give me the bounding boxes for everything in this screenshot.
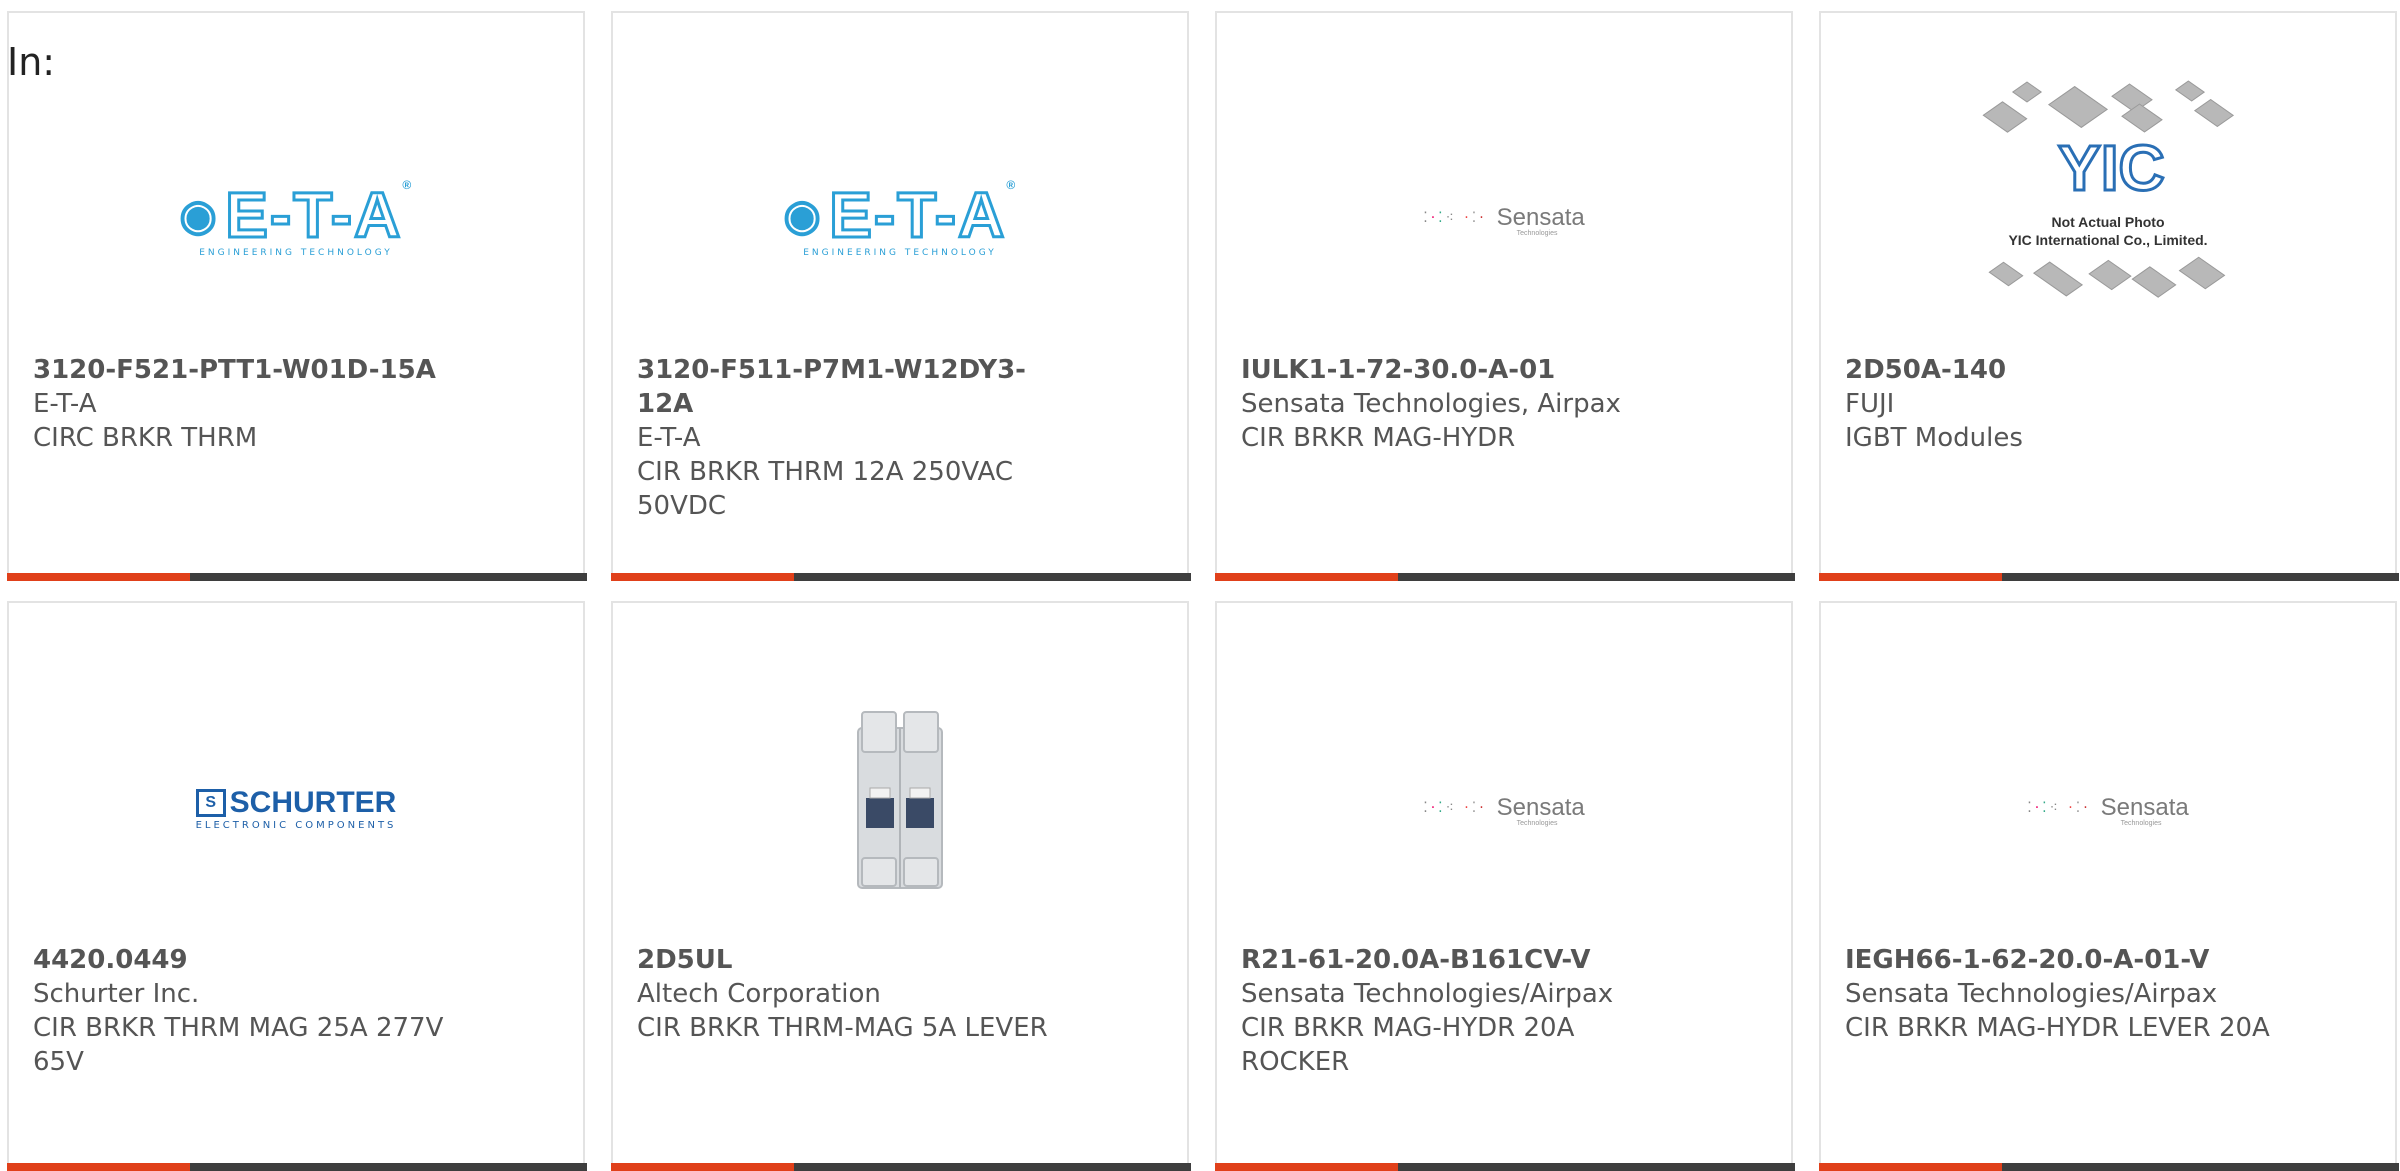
part-number-link[interactable]: 4420.0449 bbox=[33, 943, 473, 977]
description: CIR BRKR THRM MAG 25A 277V 65V bbox=[33, 1013, 444, 1077]
sensata-logo: ⁚·⁚⁖ ·⁚· Sensata Technologies bbox=[2027, 794, 2189, 827]
product-card[interactable]: S SCHURTER ELECTRONIC COMPONENTS 4420.044… bbox=[7, 601, 587, 1171]
description: CIR BRKR THRM-MAG 5A LEVER bbox=[637, 1013, 1048, 1043]
manufacturer: Sensata Technologies/Airpax bbox=[1845, 979, 2218, 1009]
sensata-logo: ⁚·⁚⁖ ·⁚· Sensata Technologies bbox=[1423, 794, 1585, 827]
in-label: In: bbox=[7, 40, 56, 84]
manufacturer: E-T-A bbox=[637, 423, 701, 453]
card-bottom-bar bbox=[7, 1163, 587, 1171]
part-number-link[interactable]: 2D50A-140 bbox=[1845, 353, 2285, 387]
eta-logo: ◉ E-T-A ® ENGINEERING TECHNOLOGY bbox=[178, 178, 414, 259]
schurter-logo: S SCHURTER ELECTRONIC COMPONENTS bbox=[195, 785, 397, 831]
card-bottom-bar bbox=[7, 573, 587, 581]
manufacturer: Altech Corporation bbox=[637, 979, 881, 1009]
part-number-link[interactable]: IEGH66-1-62-20.0-A-01-V bbox=[1845, 943, 2285, 977]
product-image[interactable]: S SCHURTER ELECTRONIC COMPONENTS bbox=[9, 668, 583, 948]
description: CIR BRKR THRM 12A 250VAC 50VDC bbox=[637, 457, 1013, 521]
product-card[interactable]: ⁚·⁚⁖ ·⁚· Sensata Technologies IEGH66-1-62… bbox=[1819, 601, 2399, 1171]
product-card[interactable]: ◉ E-T-A ® ENGINEERING TECHNOLOGY 3120-F511… bbox=[611, 11, 1191, 581]
card-bottom-bar bbox=[611, 573, 1191, 581]
description: CIR BRKR MAG-HYDR LEVER 20A bbox=[1845, 1013, 2270, 1043]
manufacturer: Sensata Technologies/Airpax bbox=[1241, 979, 1614, 1009]
product-image[interactable]: ⁚·⁚⁖ ·⁚· Sensata Technologies bbox=[1821, 668, 2395, 948]
manufacturer: Schurter Inc. bbox=[33, 979, 200, 1009]
product-image[interactable]: ⁚·⁚⁖ ·⁚· Sensata Technologies bbox=[1217, 78, 1791, 358]
circuit-breaker-photo bbox=[857, 711, 943, 889]
description: IGBT Modules bbox=[1845, 423, 2023, 453]
card-bottom-bar bbox=[1819, 1163, 2399, 1171]
product-image[interactable] bbox=[613, 668, 1187, 948]
description: CIR BRKR MAG-HYDR 20A ROCKER bbox=[1241, 1013, 1575, 1077]
product-card[interactable]: 2D5UL Altech Corporation CIR BRKR THRM-M… bbox=[611, 601, 1191, 1171]
part-number-link[interactable]: 2D5UL bbox=[637, 943, 1077, 977]
card-bottom-bar bbox=[1819, 573, 2399, 581]
manufacturer: FUJI bbox=[1845, 389, 1895, 419]
part-number-link[interactable]: R21-61-20.0A-B161CV-V bbox=[1241, 943, 1681, 977]
card-bottom-bar bbox=[1215, 1163, 1795, 1171]
product-image[interactable]: ⁚·⁚⁖ ·⁚· Sensata Technologies bbox=[1217, 668, 1791, 948]
eta-logo: ◉ E-T-A ® ENGINEERING TECHNOLOGY bbox=[782, 178, 1018, 259]
product-card[interactable]: ◉ E-T-A ® ENGINEERING TECHNOLOGY 3120-F521… bbox=[7, 11, 587, 581]
manufacturer: E-T-A bbox=[33, 389, 97, 419]
part-number-link[interactable]: 3120-F511-P7M1-W12DY3-12A bbox=[637, 353, 1077, 421]
part-number-link[interactable]: IULK1-1-72-30.0-A-01 bbox=[1241, 353, 1681, 387]
yic-placeholder-image: YIC Not Actual Photo YIC International Co… bbox=[1978, 73, 2238, 313]
product-image[interactable]: ◉ E-T-A ® ENGINEERING TECHNOLOGY bbox=[613, 78, 1187, 358]
description: CIR BRKR MAG-HYDR bbox=[1241, 423, 1516, 453]
product-card[interactable]: YIC Not Actual Photo YIC International Co… bbox=[1819, 11, 2399, 581]
product-card[interactable]: ⁚·⁚⁖ ·⁚· Sensata Technologies IULK1-1-72-… bbox=[1215, 11, 1795, 581]
description: CIRC BRKR THRM bbox=[33, 423, 258, 453]
part-number-link[interactable]: 3120-F521-PTT1-W01D-15A bbox=[33, 353, 473, 387]
product-image[interactable]: YIC Not Actual Photo YIC International Co… bbox=[1821, 53, 2395, 333]
product-card[interactable]: ⁚·⁚⁖ ·⁚· Sensata Technologies R21-61-20.0… bbox=[1215, 601, 1795, 1171]
card-bottom-bar bbox=[1215, 573, 1795, 581]
card-bottom-bar bbox=[611, 1163, 1191, 1171]
product-image[interactable]: ◉ E-T-A ® ENGINEERING TECHNOLOGY bbox=[9, 78, 583, 358]
product-grid: ◉ E-T-A ® ENGINEERING TECHNOLOGY 3120-F521… bbox=[7, 11, 2400, 1171]
sensata-logo: ⁚·⁚⁖ ·⁚· Sensata Technologies bbox=[1423, 204, 1585, 237]
manufacturer: Sensata Technologies, Airpax bbox=[1241, 389, 1621, 419]
